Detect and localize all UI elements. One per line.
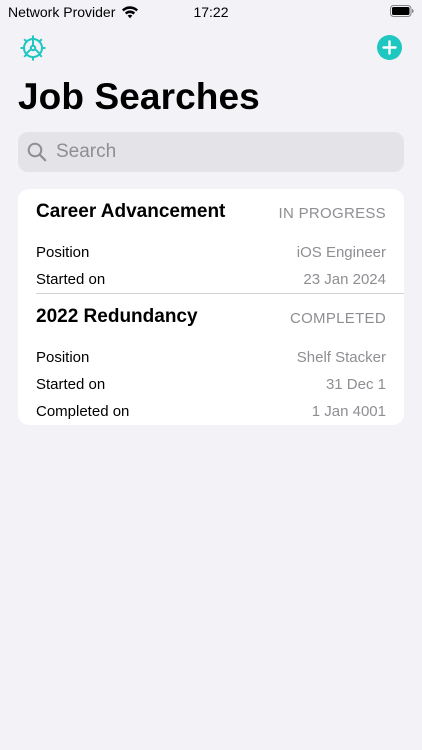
job-search-item[interactable]: 2022 Redundancy COMPLETED Position Shelf…: [18, 294, 404, 425]
job-search-item[interactable]: Career Advancement IN PROGRESS Position …: [18, 189, 404, 293]
detail-label: Completed on: [36, 403, 130, 420]
status-bar: Network Provider 17:22: [0, 0, 422, 24]
status-time: 17:22: [193, 4, 229, 20]
job-search-header: Career Advancement IN PROGRESS: [36, 189, 386, 239]
status-badge: COMPLETED: [289, 309, 386, 327]
job-search-title: 2022 Redundancy: [36, 306, 198, 327]
page-title: Job Searches: [18, 76, 260, 117]
detail-row: Completed on 1 Jan 4001: [36, 398, 386, 425]
search-icon: [27, 142, 47, 162]
detail-value: 23 Jan 2024: [303, 271, 386, 288]
detail-row: Started on 31 Dec 1: [36, 371, 386, 398]
detail-label: Started on: [36, 376, 106, 393]
gear-icon[interactable]: [19, 34, 47, 62]
detail-row: Position Shelf Stacker: [36, 344, 386, 371]
status-badge: IN PROGRESS: [278, 204, 386, 222]
detail-label: Position: [36, 349, 90, 366]
job-search-title: Career Advancement: [36, 201, 226, 222]
navigation-toolbar: [0, 32, 422, 64]
detail-value: iOS Engineer: [296, 244, 386, 261]
plus-circle-icon[interactable]: [377, 35, 402, 60]
detail-value: 1 Jan 4001: [311, 403, 386, 420]
search-bar[interactable]: [18, 132, 404, 172]
detail-label: Started on: [36, 271, 106, 288]
job-search-header: 2022 Redundancy COMPLETED: [36, 294, 386, 344]
detail-value: Shelf Stacker: [296, 349, 386, 366]
detail-value: 31 Dec 1: [325, 376, 386, 393]
detail-label: Position: [36, 244, 90, 261]
job-search-list: Career Advancement IN PROGRESS Position …: [18, 189, 404, 425]
battery-icon: [390, 5, 414, 17]
detail-row: Position iOS Engineer: [36, 239, 386, 266]
search-input[interactable]: [54, 140, 378, 164]
detail-row: Started on 23 Jan 2024: [36, 266, 386, 293]
